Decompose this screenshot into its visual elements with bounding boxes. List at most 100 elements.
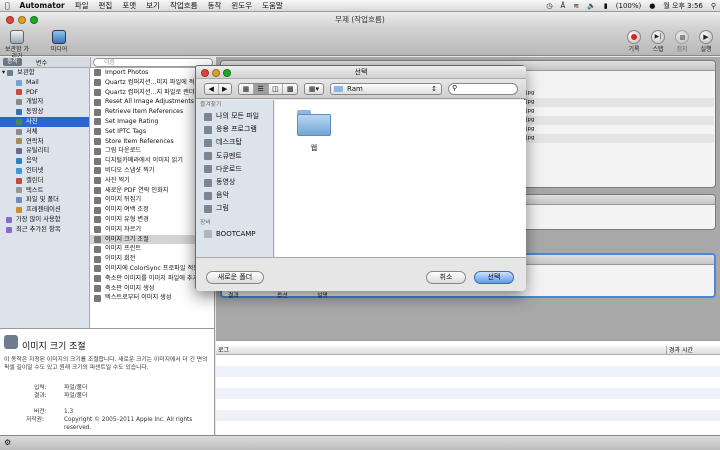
sidebar-item[interactable]: BOOTCAMP — [196, 228, 273, 241]
library-category-item[interactable]: PDF — [0, 88, 89, 98]
menu-edit[interactable]: 편집 — [94, 0, 118, 11]
sidebar-item[interactable]: 응용 프로그램 — [196, 123, 273, 136]
action-icon — [94, 216, 101, 224]
dialog-close-button[interactable] — [201, 69, 209, 77]
category-icon — [16, 128, 22, 135]
minimize-button[interactable] — [18, 16, 26, 24]
menu-workflow[interactable]: 작업흐름 — [165, 0, 203, 11]
dialog-titlebar: 선택 — [196, 66, 526, 79]
library-category-label: 텍스트 — [26, 186, 44, 194]
clock[interactable]: 월 오후 3:56 — [663, 1, 703, 11]
sidebar-item[interactable]: 데스크탑 — [196, 136, 273, 149]
menu-format[interactable]: 포맷 — [117, 0, 141, 11]
library-category-item[interactable]: ▾ 보관함 — [0, 68, 89, 78]
menu-window[interactable]: 윈도우 — [226, 0, 257, 11]
dialog-zoom-button[interactable] — [223, 69, 231, 77]
sidebar-item-label: 동영상 — [216, 177, 236, 186]
coverflow-view-button[interactable]: ▩ — [283, 84, 297, 94]
media-button[interactable]: 미디어 — [48, 30, 70, 53]
bluetooth-icon[interactable]: Å — [561, 2, 566, 10]
column-view-button[interactable]: ◫ — [269, 84, 284, 94]
library-category-item[interactable]: 인터넷 — [0, 166, 89, 176]
library-category-item[interactable]: 서체 — [0, 127, 89, 137]
category-icon — [16, 89, 22, 96]
library-category-item[interactable]: 캘린더 — [0, 176, 89, 186]
library-category-item[interactable]: 동영상 — [0, 107, 89, 117]
description-title: 이미지 크기 조절 — [22, 342, 86, 352]
arrange-button[interactable]: ▦▾ — [304, 83, 324, 95]
apple-menu-icon[interactable]:  — [0, 1, 15, 10]
icon-view-button[interactable]: ▦ — [239, 84, 254, 94]
menu-help[interactable]: 도움말 — [257, 0, 288, 11]
path-popup[interactable]: Ram ↕ — [330, 83, 442, 95]
choose-button[interactable]: 선택 — [474, 271, 514, 284]
library-category-item[interactable]: 파일 및 폴더 — [0, 195, 89, 205]
library-category-item[interactable]: 텍스트 — [0, 186, 89, 196]
cancel-button[interactable]: 취소 — [426, 271, 466, 284]
file-row[interactable]: jpg — [524, 107, 714, 116]
step-button[interactable]: ▶| 스텝 — [650, 30, 666, 53]
dialog-search-input[interactable]: ⚲ — [448, 83, 518, 95]
library-category-item[interactable]: 음악 — [0, 156, 89, 166]
list-view-button[interactable]: ☰ — [253, 84, 269, 94]
action-icon — [94, 79, 101, 87]
close-button[interactable] — [6, 16, 14, 24]
hide-library-button[interactable]: 보관함 가리기 — [4, 30, 30, 60]
applications-icon — [204, 125, 212, 134]
sidebar-item[interactable]: 나의 모든 파일 — [196, 110, 273, 123]
library-category-item[interactable]: 유틸리티 — [0, 146, 89, 156]
time-machine-icon[interactable]: ◷ — [546, 2, 552, 10]
dialog-minimize-button[interactable] — [212, 69, 220, 77]
run-button[interactable]: ▶ 실행 — [698, 30, 714, 53]
zoom-button[interactable] — [30, 16, 38, 24]
input-flag-icon[interactable]: ● — [649, 2, 655, 10]
record-button[interactable]: 기록 — [626, 30, 642, 53]
library-category-item[interactable]: 가장 많이 사용함 — [0, 215, 89, 225]
disclosure-triangle-icon[interactable]: ▾ — [2, 68, 5, 78]
description-tab[interactable]: 설명 — [317, 290, 328, 299]
category-icon — [16, 197, 22, 204]
library-category-item[interactable]: 연락처 — [0, 137, 89, 147]
stop-button[interactable]: 정지 — [674, 30, 690, 53]
volume-icon[interactable]: 🔈 — [587, 2, 596, 10]
action-icon — [94, 235, 101, 243]
menu-file[interactable]: 파일 — [70, 0, 94, 11]
folder-item[interactable] — [297, 110, 331, 136]
sidebar-item[interactable]: 동영상 — [196, 176, 273, 189]
category-icon — [16, 118, 22, 125]
library-category-item[interactable]: 최근 추가된 항목 — [0, 225, 89, 235]
library-category-item[interactable]: Mail — [0, 78, 89, 88]
file-row[interactable]: jpg — [524, 89, 714, 98]
log-column-header[interactable]: 로그 — [218, 346, 229, 355]
gear-icon[interactable]: ⚙ — [4, 438, 11, 447]
search-icon[interactable]: ⚲ — [711, 2, 716, 10]
sidebar-item[interactable]: 음악 — [196, 189, 273, 202]
file-row[interactable]: jpg — [524, 116, 714, 125]
action-icon — [4, 335, 18, 349]
library-category-item[interactable]: 사진 — [0, 116, 89, 127]
action-label: 이미지 회전 — [105, 255, 136, 263]
library-category-item[interactable]: 개발자 — [0, 97, 89, 107]
back-button[interactable]: ◀ — [205, 84, 219, 94]
wifi-icon[interactable]: ≋ — [573, 2, 579, 10]
category-icon — [16, 109, 22, 116]
battery-icon[interactable]: ▮ — [604, 2, 608, 10]
tab-actions[interactable]: 동작 — [3, 58, 23, 66]
menu-action[interactable]: 동작 — [203, 0, 227, 11]
elapsed-time-column-header[interactable]: 경과 시간 — [666, 346, 693, 355]
sidebar-item[interactable]: 다운로드 — [196, 163, 273, 176]
sidebar-item[interactable]: 그림 — [196, 202, 273, 215]
tab-variables[interactable]: 변수 — [36, 58, 47, 67]
forward-button[interactable]: ▶ — [219, 84, 232, 94]
file-row[interactable]: jpg — [524, 98, 714, 107]
new-folder-button[interactable]: 새로운 폴더 — [206, 271, 264, 284]
result-tab[interactable]: 결과 — [228, 290, 239, 299]
sidebar-item[interactable]: 도큐멘트 — [196, 150, 273, 163]
file-row[interactable]: jpg — [524, 134, 714, 143]
menu-view[interactable]: 보기 — [141, 0, 165, 11]
options-tab[interactable]: 옵션 — [277, 290, 288, 299]
file-row[interactable]: jpg — [524, 125, 714, 134]
menu-app[interactable]: Automator — [15, 1, 70, 10]
library-category-item[interactable]: 프레젠테이션 — [0, 205, 89, 215]
action-item[interactable]: 텍스트로부터 이미지 생성 — [90, 293, 214, 303]
